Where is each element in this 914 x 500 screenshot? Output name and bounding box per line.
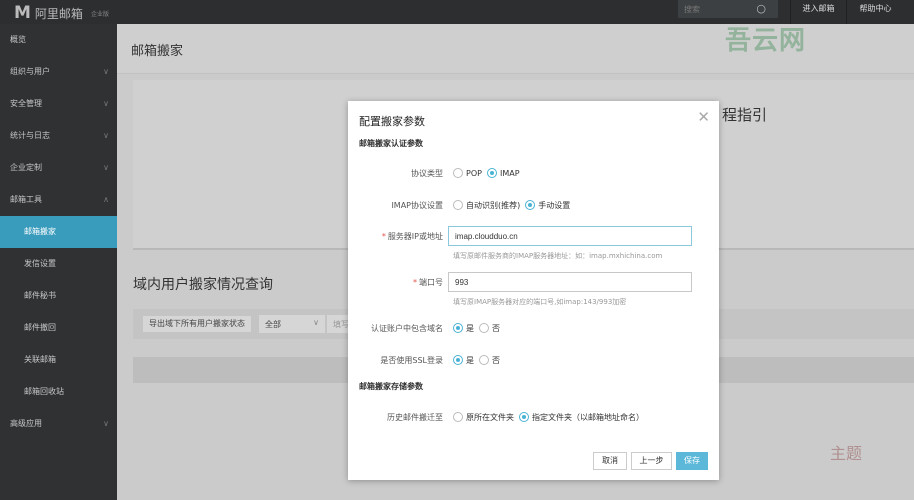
label: 邮箱回收站 (24, 387, 64, 396)
radio-specified-folder[interactable] (519, 412, 529, 422)
option-label: 自动识别(推荐) (466, 200, 521, 210)
close-icon[interactable]: ✕ (697, 108, 710, 126)
sidebar-item-mail-tools[interactable]: 邮箱工具 ∧ (0, 184, 117, 216)
radio-yes[interactable] (453, 323, 463, 333)
history-row: 历史邮件搬迁至 原所在文件夹 指定文件夹（以邮箱地址命名） (348, 407, 719, 427)
option-label: 指定文件夹（以邮箱地址命名） (532, 412, 644, 422)
port-hint: 填写原IMAP服务器对应的端口号,如imap:143/993加密 (453, 298, 627, 306)
protocol-label: 协议类型 (411, 168, 443, 178)
radio-original-folder[interactable] (453, 412, 463, 422)
history-label: 历史邮件搬迁至 (387, 412, 443, 422)
option-label: 是 (466, 355, 474, 365)
radio-pop[interactable] (453, 168, 463, 178)
section-auth: 邮箱搬家认证参数 (359, 139, 423, 148)
watermark: 吾云网 (725, 26, 807, 56)
sidebar-item-security[interactable]: 安全管理 ∨ (0, 88, 117, 120)
cancel-button[interactable]: 取消 (593, 452, 627, 470)
option-label: IMAP (499, 168, 520, 178)
sidebar-item-org-users[interactable]: 组织与用户 ∨ (0, 56, 117, 88)
server-hint: 填写原邮件服务商的IMAP服务器地址：如：imap.mxhichina.com (453, 252, 663, 260)
option-label: 否 (492, 355, 500, 365)
app-name: 阿里邮箱 (34, 6, 83, 21)
chevron-down-icon: ∨ (313, 318, 319, 327)
search-icon[interactable]: ○ (756, 2, 766, 15)
option-label: 原所在文件夹 (466, 412, 514, 422)
guide-title: 程指引 (722, 106, 768, 124)
status-select[interactable]: 全部 ∨ (259, 315, 325, 333)
label: 邮件秘书 (24, 291, 56, 300)
port-input[interactable] (448, 272, 692, 292)
section-storage: 邮箱搬家存储参数 (359, 382, 423, 391)
server-address-input[interactable] (448, 226, 692, 246)
server-row: * 服务器IP或地址 (348, 226, 719, 246)
option-label: 手动设置 (538, 200, 571, 210)
radio-no[interactable] (479, 323, 489, 333)
label: 发信设置 (24, 259, 56, 268)
label: 组织与用户 (10, 67, 50, 76)
radio-manual[interactable] (525, 200, 536, 210)
label: 关联邮箱 (24, 355, 56, 364)
label: 邮件撤回 (24, 323, 56, 332)
required-mark: * (381, 231, 386, 241)
label: 企业定制 (10, 163, 42, 172)
port-label: * 端口号 (348, 277, 448, 288)
search-input[interactable]: 搜索 ○ (678, 0, 778, 18)
port-row: * 端口号 (348, 272, 719, 292)
label-text: 端口号 (419, 277, 443, 287)
sidebar-item-overview[interactable]: 概览 (0, 24, 117, 56)
previous-button[interactable]: 上一步 (631, 452, 672, 470)
sidebar-item-mail-secretary[interactable]: 邮件秘书 (0, 280, 117, 312)
option-label: 否 (492, 323, 500, 333)
logo-mark: M (14, 3, 31, 23)
label: 安全管理 (10, 99, 42, 108)
domain-in-account-label: 认证账户中包含域名 (371, 323, 443, 333)
sidebar-item-send-settings[interactable]: 发信设置 (0, 248, 117, 280)
watermark: 主题 (830, 444, 863, 463)
chevron-down-icon: ∨ (103, 99, 109, 108)
select-value: 全部 (265, 320, 281, 329)
ssl-label: 是否使用SSL登录 (380, 355, 443, 365)
label: 邮箱搬家 (24, 227, 56, 236)
export-status-button[interactable]: 导出域下所有用户搬家状态 (143, 316, 251, 332)
sidebar-item-mail-migration[interactable]: 邮箱搬家 (0, 216, 117, 248)
sidebar-item-mail-recall[interactable]: 邮件撤回 (0, 312, 117, 344)
label: 邮箱工具 (10, 195, 42, 204)
sidebar: 概览 组织与用户 ∨ 安全管理 ∨ 统计与日志 ∨ 企业定制 ∨ 邮箱工具 ∧ 邮箱搬家 … (0, 24, 117, 500)
query-title: 域内用户搬家情况查询 (133, 277, 273, 293)
logo[interactable]: M 阿里邮箱 企业版 (14, 3, 109, 23)
config-migration-dialog: 配置搬家参数 ✕ 邮箱搬家认证参数 协议类型 POP IMAP IMAP协议设置… (348, 101, 719, 480)
imap-setting-row: IMAP协议设置 自动识别(推荐) 手动设置 (348, 195, 719, 215)
chevron-down-icon: ∨ (103, 131, 109, 140)
chevron-down-icon: ∨ (103, 163, 109, 172)
radio-no[interactable] (479, 355, 489, 365)
edition: 企业版 (90, 10, 109, 18)
radio-imap[interactable] (486, 168, 497, 178)
sidebar-item-recycle-bin[interactable]: 邮箱回收站 (0, 376, 117, 408)
server-label: * 服务器IP或地址 (348, 231, 448, 242)
chevron-down-icon: ∨ (103, 67, 109, 76)
label-text: 服务器IP或地址 (387, 231, 443, 241)
help-center-link[interactable]: 帮助中心 (846, 0, 904, 24)
radio-yes[interactable] (453, 355, 463, 365)
option-label: POP (466, 168, 482, 178)
imap-setting-label: IMAP协议设置 (391, 200, 443, 210)
chevron-down-icon: ∨ (103, 419, 109, 428)
save-button[interactable]: 保存 (676, 452, 708, 470)
label: 高级应用 (10, 419, 42, 428)
chevron-up-icon: ∧ (103, 195, 109, 204)
label: 概览 (10, 35, 26, 44)
radio-auto-detect[interactable] (453, 200, 463, 210)
label: 统计与日志 (10, 131, 50, 140)
option-label: 是 (466, 323, 474, 333)
dialog-title: 配置搬家参数 (359, 115, 425, 128)
sidebar-item-advanced[interactable]: 高级应用 ∨ (0, 408, 117, 440)
sidebar-item-stats[interactable]: 统计与日志 ∨ (0, 120, 117, 152)
search-placeholder: 搜索 (684, 5, 700, 14)
protocol-row: 协议类型 POP IMAP (348, 163, 719, 183)
sidebar-item-linked-mailbox[interactable]: 关联邮箱 (0, 344, 117, 376)
domain-in-account-row: 认证账户中包含域名 是 否 (348, 318, 719, 338)
required-mark: * (413, 277, 417, 287)
sidebar-item-customize[interactable]: 企业定制 ∨ (0, 152, 117, 184)
ssl-row: 是否使用SSL登录 是 否 (348, 350, 719, 370)
